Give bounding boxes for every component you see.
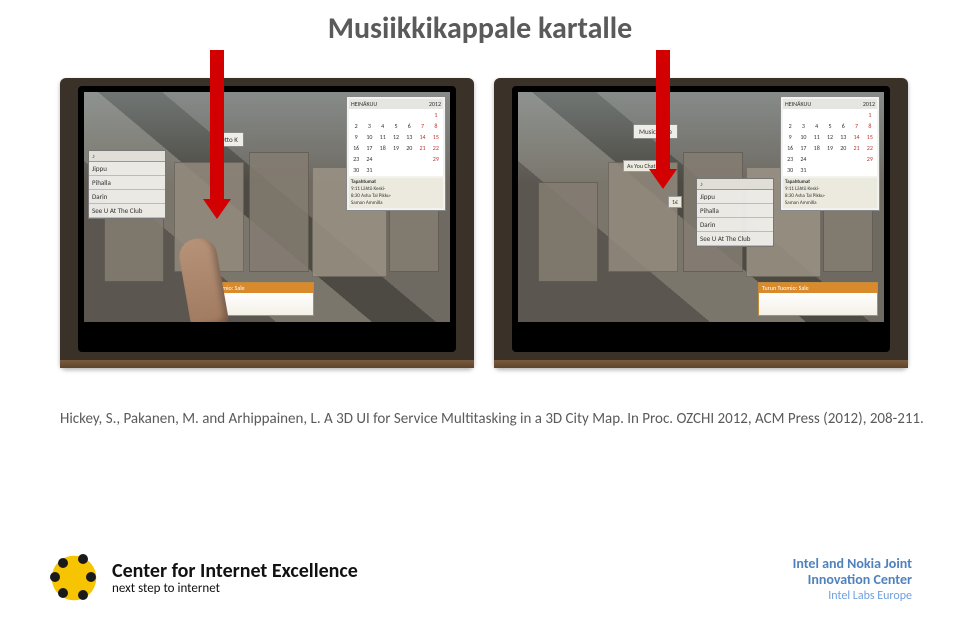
tablet-photo-left: Otto K HEINÄKUU 2012 1 2345678 910111213… [60,78,474,368]
song-row: Jippu [697,190,773,204]
song-list-widget: ♪ Jippu Pihalla Darin See U At The Club [696,178,774,247]
song-list-header: ♪ [697,179,773,190]
calendar-header: HEINÄKUU 2012 [783,99,877,109]
calendar-header: HEINÄKUU 2012 [349,99,443,109]
calendar-event: Saman Ammilla [785,200,875,207]
info-card-header: Turun Tuomio: Sale [759,283,877,293]
song-row: Pihalla [697,204,773,218]
song-list-widget: ♪ Jippu Pihalla Darin See U At The Club [88,150,166,219]
desk-surface [60,360,474,368]
tablet-screen: Music store As You Chat 1€ 1€ HEINÄKUU 2… [518,92,884,322]
cie-title: Center for Internet Excellence [112,560,358,582]
red-arrow-icon [656,50,670,175]
cie-logo-icon [48,552,100,604]
song-row: Jippu [89,162,165,176]
calendar-event: Saman Ammilla [351,200,441,207]
footer-right-line: Innovation Center [793,572,912,588]
tablet-screen: Otto K HEINÄKUU 2012 1 2345678 910111213… [84,92,450,322]
song-row: Darin [697,218,773,232]
calendar-month: HEINÄKUU [785,100,811,108]
footer-right-line: Intel and Nokia Joint [793,556,912,572]
calendar-event: 9:11 Lähtö Keski- [351,186,441,193]
info-card: Turun Tuomio: Sale [758,282,878,316]
desk-surface [494,360,908,368]
calendar-month: HEINÄKUU [351,100,377,108]
calendar-events: Tapahtumat 9:11 Lähtö Keski- 8:30 Asha T… [783,178,877,208]
tablet-bezel: Otto K HEINÄKUU 2012 1 2345678 910111213… [78,86,456,352]
info-card-body [759,293,877,315]
calendar-events: Tapahtumat 9:11 Lähtö Keski- 8:30 Asha T… [349,178,443,208]
map-price-label: 1€ [668,196,682,208]
tablet-photo-right: Music store As You Chat 1€ 1€ HEINÄKUU 2… [494,78,908,368]
song-row: See U At The Club [697,232,773,246]
calendar-grid: 1 2345678 9101112131415 16171819202122 2… [349,109,443,176]
footer-right: Intel and Nokia Joint Innovation Center … [793,556,912,604]
calendar-event: 8:30 Asha Tal Pikku- [785,193,875,200]
calendar-widget: HEINÄKUU 2012 1 2345678 9101112131415 16… [346,96,446,211]
calendar-event: 9:11 Lähtö Keski- [785,186,875,193]
cie-subtitle: next step to internet [112,582,358,596]
calendar-events-title: Tapahtumat [351,179,441,186]
footer-right-line: Intel Labs Europe [793,590,912,604]
song-row: Pihalla [89,176,165,190]
building-icon [538,182,598,282]
building-icon [249,152,309,272]
slide-title: Musiikkikappale kartalle [0,10,960,47]
tablet-bezel: Music store As You Chat 1€ 1€ HEINÄKUU 2… [512,86,890,352]
song-list-header: ♪ [89,151,165,162]
calendar-widget: HEINÄKUU 2012 1 2345678 9101112131415 16… [780,96,880,211]
photo-row: Otto K HEINÄKUU 2012 1 2345678 910111213… [60,78,908,368]
red-arrow-icon [210,50,224,205]
calendar-grid: 1 2345678 9101112131415 16171819202122 2… [783,109,877,176]
calendar-year: 2012 [863,100,875,108]
calendar-event: 8:30 Asha Tal Pikku- [351,193,441,200]
song-row: See U At The Club [89,204,165,218]
cie-logo-text: Center for Internet Excellence next step… [112,560,358,596]
footer-left: Center for Internet Excellence next step… [48,552,358,604]
song-row: Darin [89,190,165,204]
citation-text: Hickey, S., Pakanen, M. and Arhippainen,… [60,410,924,428]
calendar-year: 2012 [429,100,441,108]
calendar-events-title: Tapahtumat [785,179,875,186]
